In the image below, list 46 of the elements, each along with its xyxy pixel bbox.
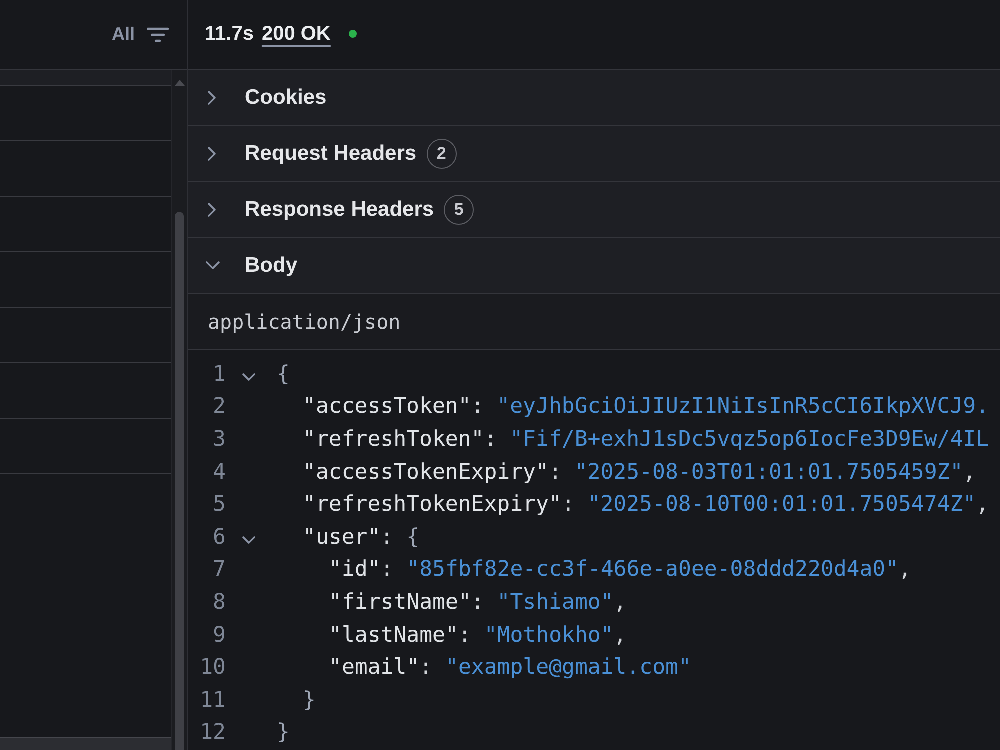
code-line: "firstName": "Tshiamo", [329, 590, 627, 615]
line-number: 1 [213, 362, 226, 387]
content-type-label: application/json [208, 310, 401, 334]
scrollbar-thumb[interactable] [175, 212, 184, 750]
code-line: "user": { [303, 524, 420, 550]
chevron-right-icon[interactable] [206, 146, 218, 160]
code-line: { [277, 362, 290, 387]
section-header[interactable]: Body [188, 238, 1000, 294]
code-line: "email": "example@gmail.com" [329, 655, 692, 680]
code-line: "lastName": "Mothokho", [329, 622, 627, 648]
code-line: "accessToken": "eyJhbGciOiJIUzI1NiIsInR5cCI6IkpXVCJ9. [303, 394, 990, 420]
status-dot-icon [348, 30, 357, 38]
line-number: 4 [213, 460, 226, 485]
line-number: 9 [213, 622, 226, 648]
code-line: "accessTokenExpiry": "2025-08-03T01:01:01.7505459Z", [303, 460, 976, 485]
filter-icon[interactable] [147, 26, 169, 42]
code-line: "refreshToken": "Fif/B+exhJ1sDc5vqz5op6IocFe3D9Ew/4IL [303, 426, 990, 452]
chevron-down-icon[interactable] [206, 261, 220, 270]
horizontal-scrollbar[interactable] [0, 737, 171, 750]
count-badge: 5 [444, 194, 474, 224]
code-line: "refreshTokenExpiry": "2025-08-10T00:01:01.7505474Z", [303, 492, 990, 518]
count-badge: 2 [426, 138, 457, 168]
line-number: 8 [213, 590, 226, 615]
chevron-right-icon[interactable] [206, 90, 218, 104]
filter-label[interactable]: All [112, 24, 135, 45]
line-number: 11 [200, 688, 226, 713]
line-number: 12 [200, 720, 226, 746]
line-number: 2 [213, 394, 226, 420]
line-number: 6 [213, 524, 226, 550]
line-number: 10 [200, 655, 226, 680]
section-header[interactable]: Cookies [188, 70, 1000, 126]
code-line: "id": "85fbf82e-cc3f-466e-a0ee-08ddd220d4a0", [329, 557, 912, 582]
scroll-up-arrow-icon[interactable] [174, 80, 184, 86]
status-code-link[interactable]: 200 OK [262, 23, 331, 46]
vertical-scrollbar[interactable] [171, 70, 187, 750]
response-time: 11.7s [205, 23, 254, 46]
line-number: 3 [213, 426, 226, 452]
section-header[interactable]: Response Headers 5 [188, 182, 1000, 238]
chevron-right-icon[interactable] [206, 202, 218, 216]
chevron-down-icon[interactable] [242, 536, 256, 545]
section-header[interactable]: Request Headers 2 [188, 126, 1000, 182]
chevron-down-icon[interactable] [242, 372, 256, 382]
code-line: } [303, 688, 316, 713]
line-number: 7 [213, 557, 226, 582]
line-number: 5 [213, 492, 226, 518]
code-line: } [277, 720, 290, 746]
